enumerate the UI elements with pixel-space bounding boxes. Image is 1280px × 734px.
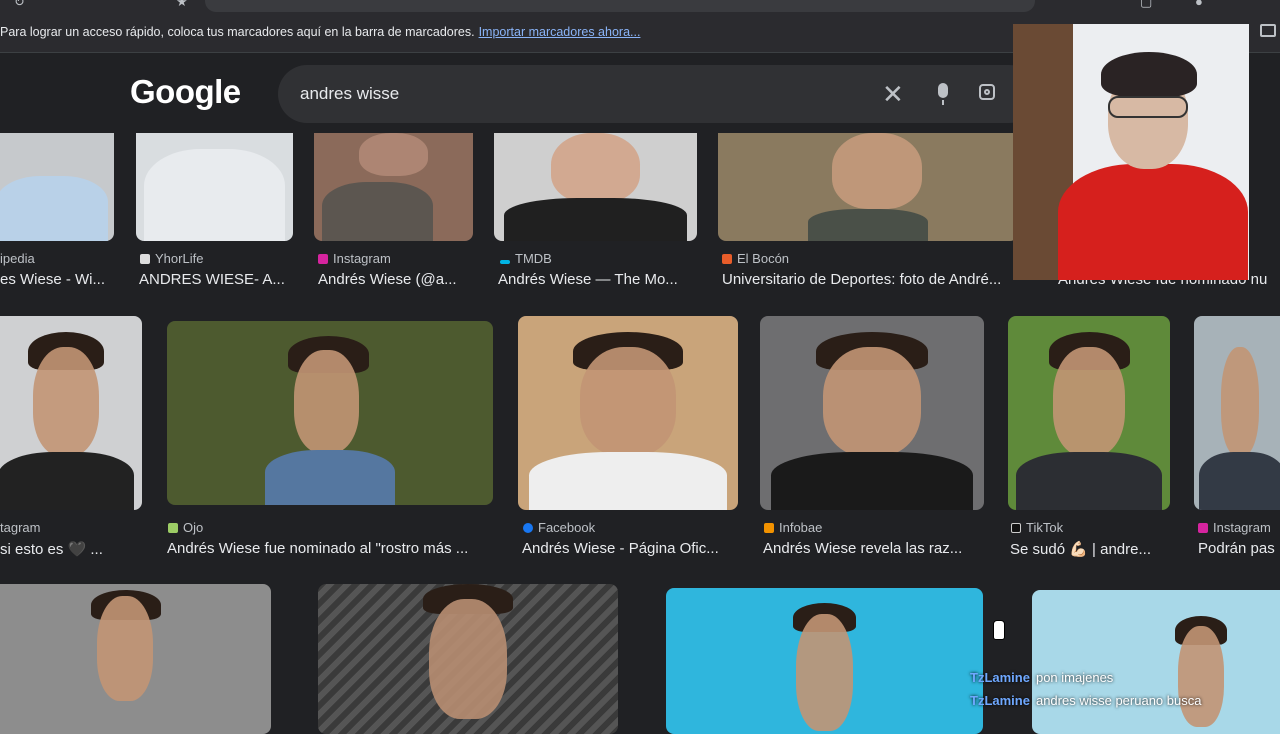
image-result[interactable] [0,133,114,241]
address-bar[interactable] [205,0,1035,12]
result-title[interactable]: Andrés Wiese — The Mo... [498,271,698,288]
hand-cursor-icon [993,620,1005,640]
result-source: TikTok [1011,520,1063,535]
bookmark-star-icon[interactable]: ★ [176,0,188,10]
yhorlife-icon [140,254,150,264]
image-result[interactable] [760,316,984,510]
result-title[interactable]: Se sudó 💪🏻 | andre... [1010,540,1175,558]
infobae-icon [764,523,774,533]
import-bookmarks-link[interactable]: Importar marcadores ahora... [479,25,641,39]
elbocon-icon [722,254,732,264]
result-title[interactable]: Podrán pas [1198,540,1280,557]
facebook-icon [523,523,533,533]
result-title[interactable]: Andrés Wiese fue nominado al "rostro más… [167,540,492,557]
image-result[interactable] [666,588,983,734]
image-result[interactable] [1008,316,1170,510]
result-source: Infobae [764,520,822,535]
result-source: El Bocón [722,251,789,266]
result-title[interactable]: es Wiese - Wi... [0,271,115,288]
image-result[interactable] [318,584,618,734]
clear-icon[interactable]: ✕ [882,79,904,110]
chat-message: TzLamine andres wisse peruano busca [970,693,1201,708]
result-title[interactable]: Andrés Wiese revela las raz... [763,540,983,557]
tmdb-icon [500,260,510,264]
folder-icon[interactable] [1260,24,1276,37]
chat-text: andres wisse peruano busca [1035,693,1202,708]
result-source: tagram [0,520,41,535]
result-source: TMDB [500,251,552,266]
chat-username: TzLamine [970,670,1030,685]
image-result[interactable] [518,316,738,510]
reload-icon[interactable]: ↻ [14,0,25,10]
browser-top-bar: ↻ ★ ▢ ● [0,0,1280,14]
result-source: ipedia [0,251,35,266]
google-logo[interactable]: Google [130,73,241,111]
chat-username: TzLamine [970,693,1030,708]
result-title[interactable]: Universitario de Deportes: foto de André… [722,271,1022,288]
chat-text: pon imajenes [1035,670,1114,685]
result-title[interactable]: si esto es 🖤 ... [0,540,140,558]
instagram-icon [318,254,328,264]
result-source: Ojo [168,520,203,535]
image-result[interactable] [1032,590,1280,734]
image-result[interactable] [494,133,697,241]
tiktok-icon [1011,523,1021,533]
lens-camera-icon[interactable] [979,84,995,100]
image-result[interactable] [0,584,271,734]
extensions-icon[interactable]: ▢ [1140,0,1152,10]
webcam-overlay [1013,24,1249,280]
chat-message: TzLamine pon imajenes [970,670,1113,685]
image-result[interactable] [0,316,142,510]
result-source: YhorLife [140,251,203,266]
bookmarks-message: Para lograr un acceso rápido, coloca tus… [0,25,641,39]
search-box[interactable]: andres wisse ✕ [278,65,1038,123]
result-title[interactable]: Andrés Wiese (@a... [318,271,478,288]
image-result[interactable] [718,133,1018,241]
instagram-icon [1198,523,1208,533]
result-source: Instagram [318,251,391,266]
result-source: Instagram [1198,520,1271,535]
image-result[interactable] [1194,316,1280,510]
ojo-icon [168,523,178,533]
image-result[interactable] [136,133,293,241]
image-result[interactable] [314,133,473,241]
result-title[interactable]: Andrés Wiese - Página Ofic... [522,540,742,557]
image-result[interactable] [167,321,493,505]
result-source: Facebook [523,520,595,535]
search-input[interactable]: andres wisse [300,84,399,104]
result-title[interactable]: ANDRES WIESE- A... [139,271,294,288]
microphone-icon[interactable] [938,83,948,105]
profile-icon[interactable]: ● [1195,0,1203,9]
